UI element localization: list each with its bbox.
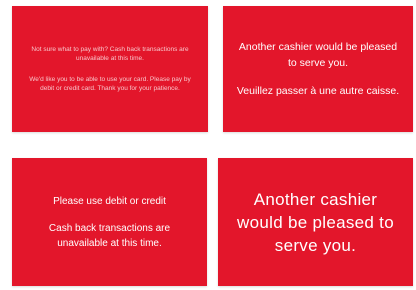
sign-card-large-text: Another cashier would be pleased to serv… — [218, 158, 413, 286]
sign-line-body: Cash back transactions are unavailable a… — [48, 222, 171, 249]
sign-line-heading: Please use debit or credit — [53, 195, 166, 207]
sign-line-french: Veuillez passer à une autre caisse. — [236, 85, 400, 97]
sign-card-debit-credit: Please use debit or credit Cash back tra… — [12, 158, 207, 286]
sign-line: Not sure what to pay with? Cash back tra… — [31, 46, 189, 62]
sign-line-english: Another cashier would be pleased to serv… — [238, 41, 398, 69]
sign-line-large: Another cashier would be pleased to serv… — [237, 189, 394, 255]
sign-line: We'd like you to be able to use your car… — [29, 76, 191, 92]
sign-card-bilingual: Another cashier would be pleased to serv… — [223, 6, 413, 132]
sign-card-fine-print: Not sure what to pay with? Cash back tra… — [12, 6, 208, 132]
sign-collage: Not sure what to pay with? Cash back tra… — [0, 0, 416, 290]
